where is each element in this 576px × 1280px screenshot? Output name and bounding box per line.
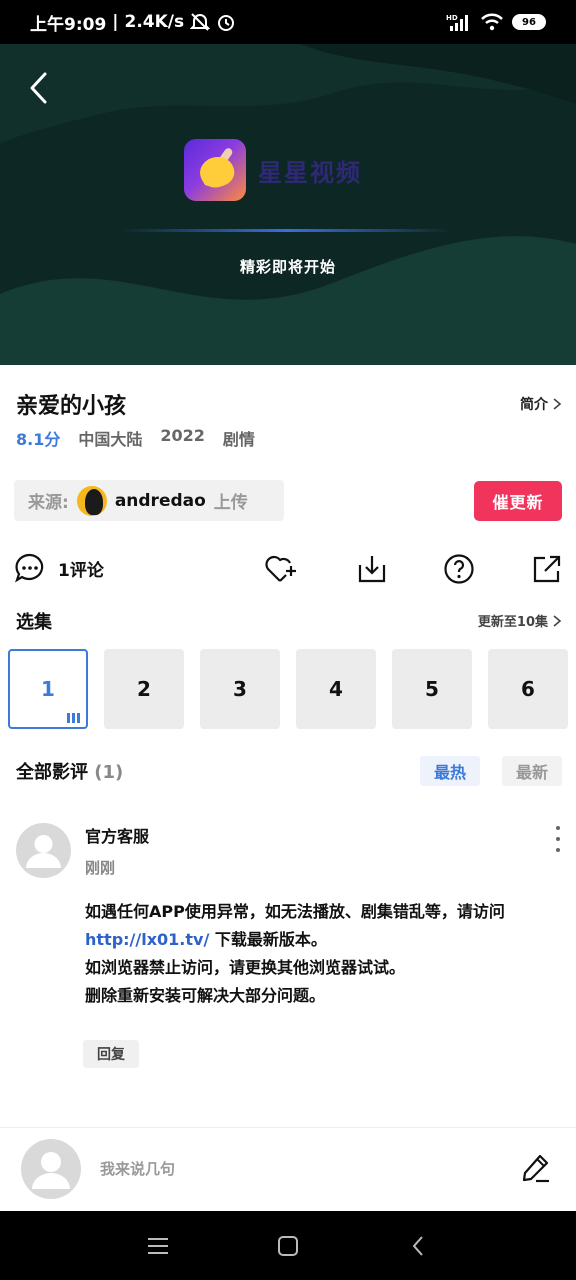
video-player[interactable]: 星星视频 精彩即将开始: [0, 44, 576, 365]
source-label: 来源:: [28, 493, 69, 513]
share-icon: [533, 555, 561, 583]
genre: 剧情: [222, 430, 255, 449]
favorite-button[interactable]: [264, 552, 298, 586]
svg-text:HD: HD: [446, 14, 458, 22]
episode-item[interactable]: 4: [296, 649, 376, 729]
episodes-title: 选集: [16, 612, 52, 633]
intro-label: 简介: [520, 397, 548, 413]
episode-item[interactable]: 5: [392, 649, 472, 729]
nav-menu-button[interactable]: [145, 1233, 171, 1259]
reviews-count: (1): [94, 762, 124, 783]
comment-input[interactable]: 我来说几句: [100, 1158, 175, 1179]
chevron-right-icon: [553, 398, 562, 410]
comment-line: 如浏览器禁止访问，请更换其他浏览器试试。: [85, 958, 406, 977]
comment-line: 下载最新版本。: [209, 930, 327, 949]
uploader-name: andredao: [114, 490, 206, 511]
status-divider: |: [112, 12, 119, 32]
heart-plus-icon: [265, 555, 296, 582]
help-button[interactable]: [442, 552, 476, 586]
nav-back-button[interactable]: [405, 1233, 431, 1259]
urge-update-button[interactable]: 催更新: [474, 481, 562, 521]
pencil-icon: [522, 1154, 549, 1183]
source-box[interactable]: 来源: andredao 上传: [14, 480, 284, 521]
user-icon: [26, 835, 61, 868]
avatar: [21, 1139, 81, 1199]
episode-item[interactable]: 3: [200, 649, 280, 729]
video-title: 亲爱的小孩: [16, 394, 127, 419]
intro-link[interactable]: 简介: [520, 394, 562, 414]
episode-item[interactable]: 2: [104, 649, 184, 729]
player-logo: 星星视频: [184, 139, 362, 201]
episode-item[interactable]: 6: [488, 649, 568, 729]
comment-action[interactable]: 1评论: [14, 552, 104, 584]
episode-list: 1 2 3 4 5 6: [8, 649, 568, 729]
menu-icon: [148, 1238, 168, 1254]
comment-link[interactable]: http://lx01.tv/: [85, 930, 209, 949]
back-button[interactable]: [20, 70, 56, 106]
chevron-left-icon: [30, 72, 47, 104]
alarm-icon: [216, 12, 236, 32]
comment-line: 如遇任何APP使用异常，如无法播放、剧集错乱等，请访问: [85, 902, 505, 921]
score: 8.1分: [16, 430, 61, 449]
navigation-bar: [0, 1211, 576, 1280]
comment-input-bar: 我来说几句: [0, 1127, 576, 1211]
sort-new-button[interactable]: 最新: [502, 756, 562, 786]
sort-hot-button[interactable]: 最热: [420, 756, 480, 786]
comment-username[interactable]: 官方客服: [85, 823, 149, 847]
reviews-title: 全部影评 (1): [16, 758, 123, 784]
uploader-avatar: [76, 485, 107, 516]
episode-item[interactable]: 1: [8, 649, 88, 729]
download-icon: [358, 556, 386, 583]
avatar[interactable]: [16, 823, 71, 878]
comment-count: 1评论: [58, 560, 104, 581]
share-button[interactable]: [530, 552, 564, 586]
chevron-right-icon: [553, 614, 562, 627]
comment-text: 如遇任何APP使用异常，如无法播放、剧集错乱等，请访问 http://lx01.…: [85, 898, 561, 1010]
back-icon: [412, 1236, 423, 1256]
user-icon: [32, 1152, 70, 1189]
loading-text: 精彩即将开始: [239, 258, 336, 276]
upload-suffix: 上传: [213, 493, 248, 513]
wifi-icon: [480, 13, 504, 31]
network-speed: 2.4K/s: [124, 12, 185, 32]
status-time: 上午9:09: [30, 14, 107, 35]
question-icon: [444, 554, 474, 584]
year: 2022: [160, 426, 205, 445]
battery-icon: 96: [512, 14, 546, 30]
nav-home-button[interactable]: [275, 1233, 301, 1259]
home-icon: [278, 1236, 298, 1256]
episodes-update-link[interactable]: 更新至10集: [478, 611, 562, 630]
comment-icon: [15, 553, 44, 583]
comment-time: 刚刚: [85, 859, 116, 877]
signal-icon: HD: [446, 13, 472, 31]
playing-icon: [67, 713, 80, 723]
player-background: [0, 44, 576, 365]
download-button[interactable]: [355, 552, 389, 586]
loading-line: [122, 229, 452, 232]
write-comment-button[interactable]: [520, 1152, 552, 1184]
reply-button[interactable]: 回复: [83, 1040, 139, 1068]
comment-line: 删除重新安装可解决大部分问题。: [85, 986, 326, 1005]
video-meta: 8.1分 中国大陆 2022 剧情: [16, 426, 255, 450]
status-bar: 上午9:09 | 2.4K/s HD 96: [0, 0, 576, 44]
reviews-title-label: 全部影评: [16, 762, 88, 783]
app-name: 星星视频: [258, 158, 362, 187]
mute-icon: [190, 12, 211, 32]
more-options-button[interactable]: [554, 826, 562, 852]
episodes-update-label: 更新至10集: [477, 615, 548, 630]
app-logo-icon: [184, 139, 246, 201]
region: 中国大陆: [78, 430, 143, 449]
action-row: 1评论: [0, 546, 576, 590]
